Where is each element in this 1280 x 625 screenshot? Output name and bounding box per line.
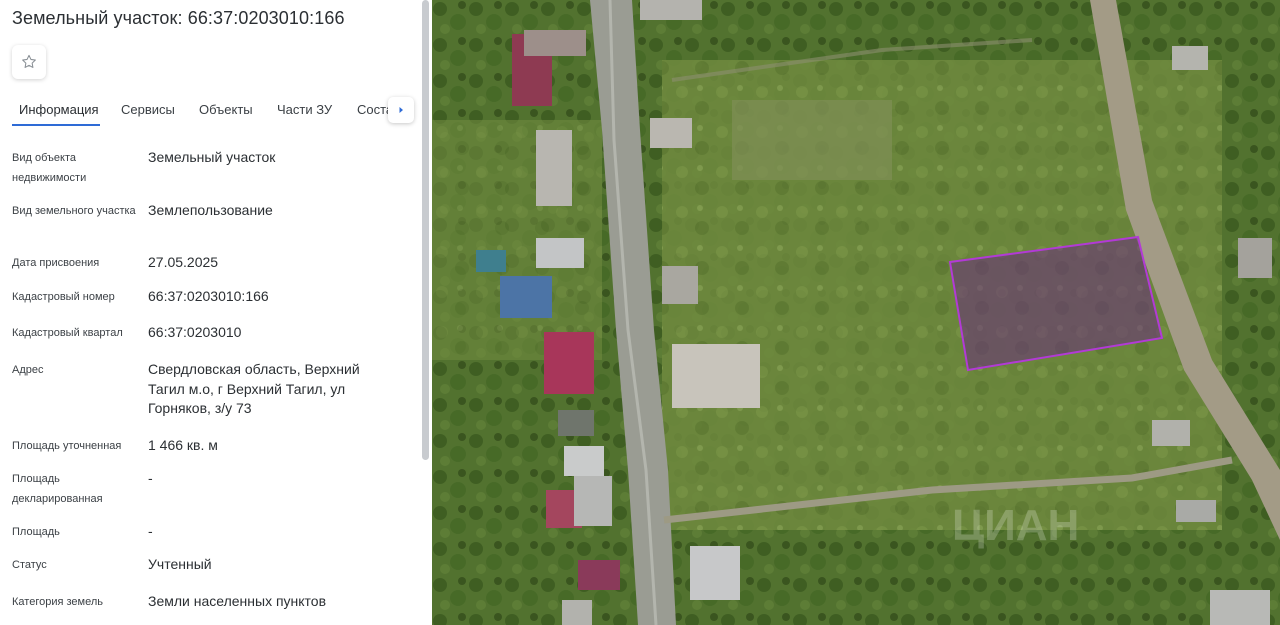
label-object-type: Вид объекта недвижимости [12, 152, 87, 184]
active-tab-indicator [12, 124, 100, 126]
map-imagery: ЦИАН [432, 0, 1280, 625]
label-land-category: Категория земель [12, 596, 103, 608]
value-object-type: Земельный участок [148, 149, 276, 165]
label-cadastral-quarter: Кадастровый квартал [12, 327, 123, 339]
tab-services[interactable]: Сервисы [121, 102, 175, 117]
value-area: - [148, 523, 153, 539]
label-area-refined: Площадь уточненная [12, 440, 122, 452]
info-panel: Земельный участок: 66:37:0203010:166 Инф… [0, 0, 433, 625]
label-area: Площадь [12, 526, 60, 538]
label-area-declared: Площадь декларированная [12, 473, 103, 505]
tab-objects[interactable]: Объекты [199, 102, 253, 117]
tab-bar: Информация Сервисы Объекты Части ЗУ Сост… [0, 96, 418, 126]
value-address: Свердловская область, Верхний Тагил м.о,… [148, 361, 360, 416]
label-status: Статус [12, 559, 47, 571]
value-cadastral-number: 66:37:0203010:166 [148, 288, 269, 304]
watermark-text: ЦИАН [952, 501, 1079, 550]
tab-information[interactable]: Информация [19, 102, 99, 117]
label-assign-date: Дата присвоения [12, 257, 100, 269]
value-assign-date: 27.05.2025 [148, 254, 219, 270]
value-area-declared: - [148, 470, 153, 486]
value-land-category: Земли населенных пунктов [148, 593, 327, 609]
tab-fade [414, 96, 422, 126]
chevron-right-icon [399, 107, 403, 113]
label-address: Адрес [12, 364, 44, 376]
tab-scroll-right-button[interactable] [388, 97, 414, 123]
star-outline-icon [22, 54, 36, 68]
value-parcel-kind: Землепользование [148, 202, 273, 218]
satellite-map[interactable]: ЦИАН [432, 0, 1280, 625]
value-status: Учтенный [148, 556, 212, 572]
panel-scrollbar[interactable] [422, 0, 429, 460]
tab-land-parts[interactable]: Части ЗУ [277, 102, 332, 117]
favorite-button[interactable] [12, 45, 46, 79]
label-parcel-kind: Вид земельного участка [12, 205, 136, 217]
label-cadastral-number: Кадастровый номер [12, 291, 115, 303]
value-area-refined: 1 466 кв. м [148, 437, 218, 453]
page-title: Земельный участок: 66:37:0203010:166 [12, 8, 345, 28]
value-cadastral-quarter: 66:37:0203010 [148, 324, 242, 340]
